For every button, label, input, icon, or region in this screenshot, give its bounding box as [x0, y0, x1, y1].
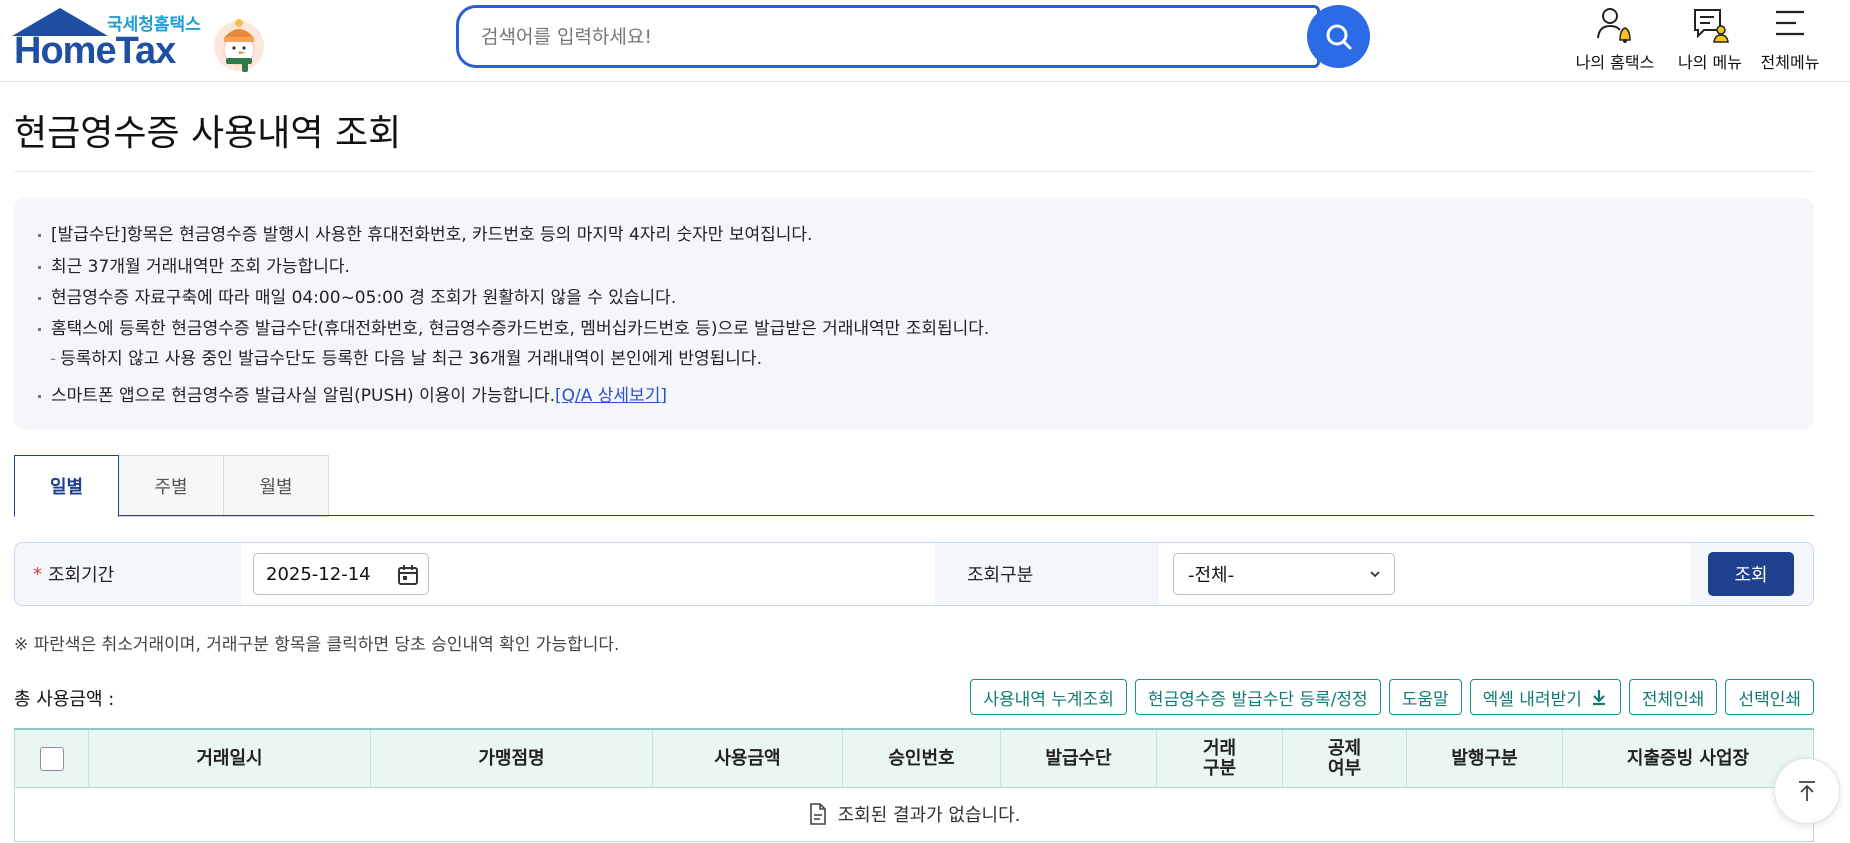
tab-daily[interactable]: 일별	[14, 455, 119, 517]
help-button[interactable]: 도움말	[1388, 679, 1462, 715]
download-icon	[1592, 690, 1605, 706]
search-filter: * 조회기간 2025-12-14 조회구분 -전체- 조회	[14, 542, 1814, 606]
calendar-icon[interactable]	[396, 563, 420, 587]
notice-item: 스마트폰 앱으로 현금영수증 발급사실 알림(PUSH) 이용이 가능합니다.[…	[38, 381, 667, 406]
notice-item: 현금영수증 자료구축에 따라 매일 04:00~05:00 경 조회가 원활하지…	[38, 283, 676, 308]
search-icon	[1326, 24, 1351, 49]
notice-box: [발급수단]항목은 현금영수증 발행시 사용한 휴대전화번호, 카드번호 등의 …	[14, 198, 1814, 429]
my-menu-button[interactable]: 나의 메뉴	[1660, 4, 1760, 74]
print-selected-button[interactable]: 선택인쇄	[1725, 679, 1814, 715]
site-header: 국세청홈택스 HomeTax 나의 홈택스	[0, 0, 1850, 82]
register-issue-method-button[interactable]: 현금영수증 발급수단 등록/정정	[1134, 679, 1381, 715]
hamburger-icon	[1776, 10, 1804, 36]
menu-person-icon	[1694, 9, 1729, 43]
required-mark: *	[33, 563, 42, 585]
print-all-button[interactable]: 전체인쇄	[1628, 679, 1718, 715]
total-amount-label: 총 사용금액 :	[14, 689, 115, 710]
scroll-to-top-button[interactable]	[1774, 758, 1840, 824]
search-box	[456, 5, 1320, 68]
date-field[interactable]: 2025-12-14	[253, 553, 429, 595]
page-title: 현금영수증 사용내역 조회	[14, 113, 402, 154]
logo-title: HomeTax	[14, 30, 176, 72]
table-header: 거래일시 가맹점명 사용금액 승인번호 발급수단 거래 구분 공제 여부 발행구…	[15, 730, 1813, 788]
notice-item: 최근 37개월 거래내역만 조회 가능합니다.	[38, 252, 350, 277]
type-select[interactable]: -전체-	[1173, 553, 1395, 595]
hometax-logo[interactable]: 국세청홈택스 HomeTax	[12, 8, 272, 74]
snowman-icon	[214, 19, 264, 72]
chevron-down-icon	[1370, 571, 1380, 578]
notice-sub-item: - 등록하지 않고 사용 중인 발급수단도 등록한 다음 날 최근 36개월 거래…	[50, 349, 762, 369]
column-header[interactable]: 발행구분	[1407, 730, 1563, 788]
column-header[interactable]: 승인번호	[843, 730, 1001, 788]
select-all-checkbox[interactable]	[39, 747, 64, 771]
column-header[interactable]: 발급수단	[1001, 730, 1157, 788]
action-buttons: 사용내역 누계조회 현금영수증 발급수단 등록/정정 도움말 엑셀 내려받기 전…	[970, 679, 1814, 715]
period-tabs: 일별 주별 월별	[14, 455, 329, 517]
date-value: 2025-12-14	[266, 563, 371, 585]
notice-item: [발급수단]항목은 현금영수증 발행시 사용한 휴대전화번호, 카드번호 등의 …	[38, 220, 812, 245]
column-header[interactable]: 사용금액	[653, 730, 843, 788]
document-icon	[809, 803, 826, 825]
column-header[interactable]: 공제 여부	[1283, 730, 1407, 788]
all-menu-button[interactable]: 전체메뉴	[1748, 4, 1832, 74]
column-header[interactable]: 거래 구분	[1157, 730, 1283, 788]
query-button[interactable]: 조회	[1708, 552, 1794, 596]
column-header[interactable]: 가맹점명	[371, 730, 653, 788]
period-label: * 조회기간	[15, 543, 241, 605]
empty-result-row: 조회된 결과가 없습니다.	[15, 788, 1813, 840]
empty-result-text: 조회된 결과가 없습니다.	[837, 805, 1021, 826]
my-hometax-button[interactable]: 나의 홈택스	[1560, 4, 1670, 74]
arrow-up-icon	[1799, 781, 1815, 801]
my-menu-label: 나의 메뉴	[1678, 53, 1742, 72]
all-menu-label: 전체메뉴	[1760, 53, 1820, 72]
excel-download-button[interactable]: 엑셀 내려받기	[1469, 679, 1621, 715]
my-hometax-label: 나의 홈택스	[1575, 53, 1655, 72]
title-divider	[14, 171, 1814, 172]
qa-detail-link[interactable]: [Q/A 상세보기]	[555, 386, 667, 406]
select-all-cell	[15, 730, 89, 788]
cumulative-query-button[interactable]: 사용내역 누계조회	[970, 679, 1127, 715]
search-button[interactable]	[1307, 5, 1370, 68]
user-bell-icon	[1597, 8, 1631, 43]
type-select-value: -전체-	[1188, 565, 1235, 586]
column-header[interactable]: 거래일시	[89, 730, 371, 788]
search-input[interactable]	[481, 20, 1281, 54]
tab-weekly[interactable]: 주별	[119, 455, 224, 517]
tabs-underline	[118, 515, 1814, 516]
cancel-hint-text: ※ 파란색은 취소거래이며, 거래구분 항목을 클릭하면 당초 승인내역 확인 …	[14, 635, 620, 655]
tab-monthly[interactable]: 월별	[224, 455, 329, 517]
type-label: 조회구분	[935, 543, 1159, 605]
notice-item: 홈택스에 등록한 현금영수증 발급수단(휴대전화번호, 현금영수증카드번호, 멤…	[38, 314, 989, 339]
results-table: 거래일시 가맹점명 사용금액 승인번호 발급수단 거래 구분 공제 여부 발행구…	[14, 728, 1814, 842]
